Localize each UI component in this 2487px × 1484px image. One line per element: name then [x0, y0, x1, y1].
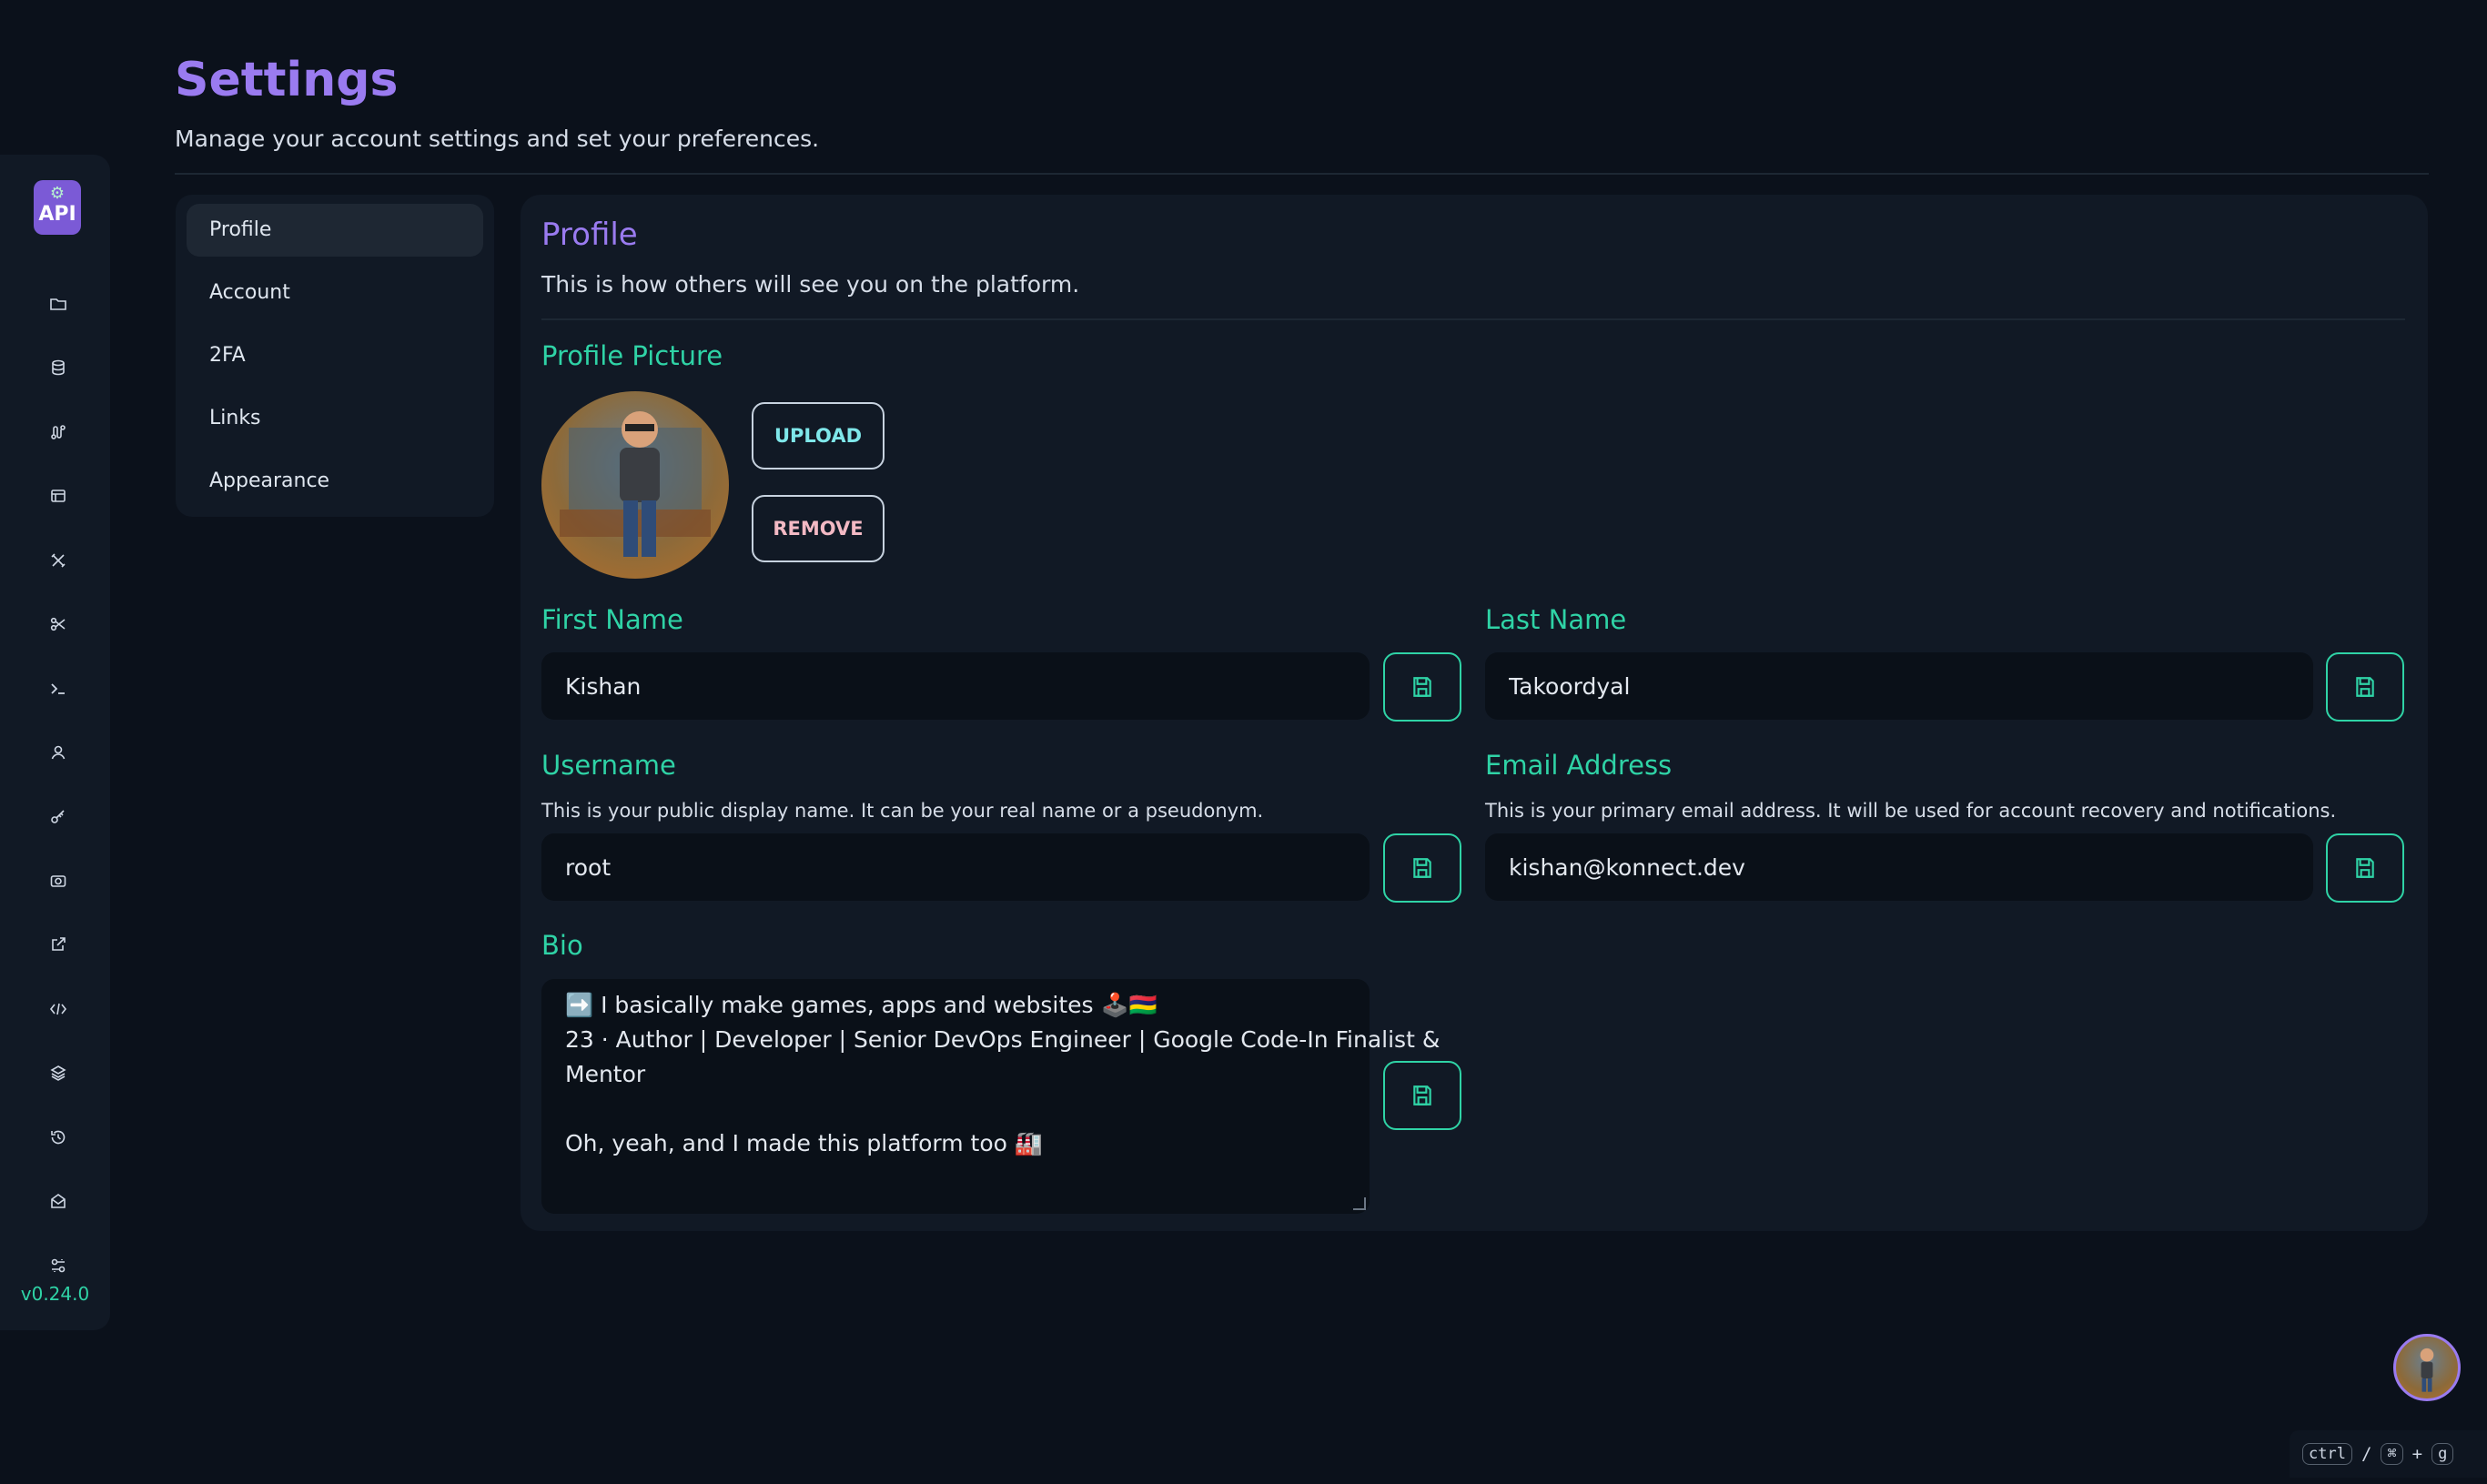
settings-nav-2fa[interactable]: 2FA	[187, 329, 483, 382]
app-logo[interactable]: ⚙ API	[34, 180, 81, 235]
tools-icon[interactable]	[36, 539, 80, 582]
settings-nav-profile[interactable]: Profile	[187, 204, 483, 257]
save-username-button[interactable]	[1383, 833, 1461, 903]
bio-line: Mentor	[565, 1061, 646, 1087]
user-icon[interactable]	[36, 731, 80, 774]
save-last-name-button[interactable]	[2326, 652, 2404, 722]
bio-line: Oh, yeah, and I made this platform too 🏭	[565, 1130, 1044, 1156]
profile-picture-label: Profile Picture	[541, 340, 723, 371]
bio-line: 23 · Author | Developer | Senior DevOps …	[565, 1026, 1441, 1053]
save-icon	[1413, 1085, 1431, 1105]
scissors-icon[interactable]	[36, 602, 80, 646]
profile-avatar	[541, 391, 729, 579]
email-help: This is your primary email address. It w…	[1485, 800, 2337, 822]
shortcut-key-g: g	[2431, 1443, 2454, 1465]
app-sidebar: ⚙ API v0.24.0	[0, 155, 110, 1330]
shortcut-key-cmd: ⌘	[2381, 1443, 2403, 1465]
save-icon	[2356, 677, 2374, 697]
external-link-icon[interactable]	[36, 923, 80, 966]
terminal-icon[interactable]	[36, 667, 80, 711]
bio-label: Bio	[541, 930, 583, 961]
save-icon	[1413, 858, 1431, 878]
save-icon	[1413, 677, 1431, 697]
first-name-label: First Name	[541, 604, 683, 635]
bio-textarea[interactable]: ➡️ I basically make games, apps and webs…	[541, 979, 1441, 1214]
settings-nav-account[interactable]: Account	[187, 267, 483, 319]
shortcut-hint: ctrl / ⌘ + g	[2290, 1430, 2487, 1478]
database-icon[interactable]	[36, 346, 80, 389]
profile-title: Profile	[541, 217, 638, 253]
settings-nav: Profile Account 2FA Links Appearance	[176, 195, 494, 517]
logo-text: API	[38, 203, 76, 226]
page-subtitle: Manage your account settings and set you…	[175, 126, 820, 152]
shortcut-key-ctrl: ctrl	[2302, 1443, 2352, 1465]
resize-handle[interactable]	[1353, 1197, 1366, 1210]
save-email-button[interactable]	[2326, 833, 2404, 903]
first-name-input[interactable]	[541, 652, 1370, 720]
shortcut-plus: +	[2411, 1444, 2423, 1464]
save-first-name-button[interactable]	[1383, 652, 1461, 722]
bio-line	[565, 1092, 1346, 1126]
save-bio-button[interactable]	[1383, 1061, 1461, 1130]
browser-icon[interactable]	[36, 474, 80, 518]
upload-button[interactable]: UPLOAD	[752, 402, 885, 469]
gear-icon: ⚙	[49, 184, 66, 203]
user-menu-avatar[interactable]	[2393, 1334, 2461, 1401]
settings-nav-appearance[interactable]: Appearance	[187, 455, 483, 508]
layers-icon[interactable]	[36, 1051, 80, 1095]
folder-icon[interactable]	[36, 282, 80, 326]
history-icon[interactable]	[36, 1116, 80, 1159]
username-help: This is your public display name. It can…	[541, 800, 1264, 822]
route-icon[interactable]	[36, 410, 80, 454]
last-name-input[interactable]	[1485, 652, 2313, 720]
header-divider	[175, 173, 2429, 175]
camera-icon[interactable]	[36, 859, 80, 903]
settings-nav-links[interactable]: Links	[187, 392, 483, 445]
email-label: Email Address	[1485, 750, 1673, 781]
shortcut-separator: /	[2361, 1444, 2372, 1464]
mail-icon[interactable]	[36, 1179, 80, 1223]
code-icon[interactable]	[36, 987, 80, 1031]
email-input[interactable]	[1485, 833, 2313, 901]
settings-sliders-icon[interactable]	[36, 1244, 80, 1287]
app-version: v0.24.0	[20, 1283, 90, 1305]
username-input[interactable]	[541, 833, 1370, 901]
remove-button[interactable]: REMOVE	[752, 495, 885, 562]
profile-divider	[541, 318, 2405, 320]
key-icon[interactable]	[36, 795, 80, 839]
profile-subtitle: This is how others will see you on the p…	[541, 271, 1080, 298]
page-title: Settings	[175, 53, 399, 107]
username-label: Username	[541, 750, 676, 781]
save-icon	[2356, 858, 2374, 878]
last-name-label: Last Name	[1485, 604, 1627, 635]
bio-line: ➡️ I basically make games, apps and webs…	[565, 992, 1158, 1018]
